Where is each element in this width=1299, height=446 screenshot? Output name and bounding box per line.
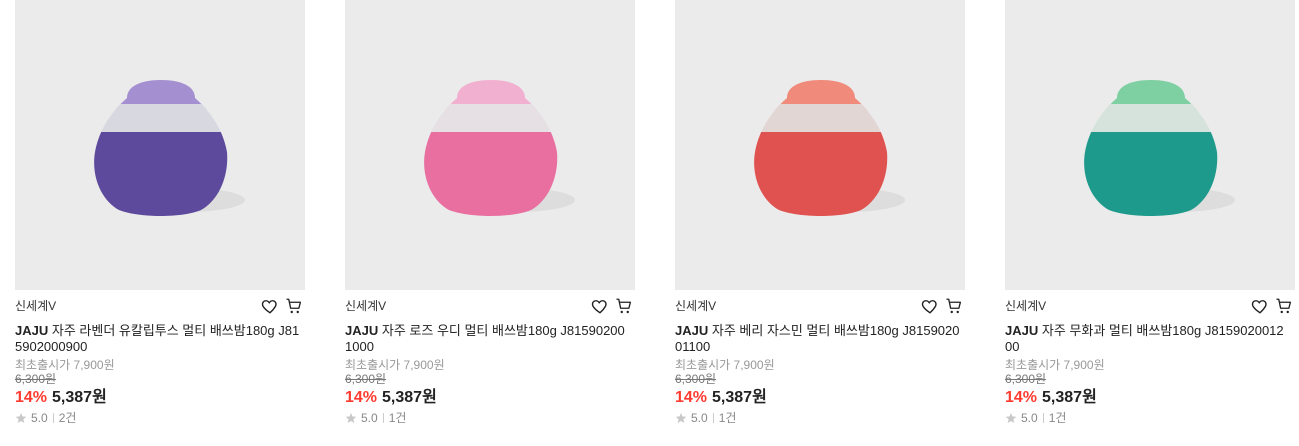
star-icon bbox=[345, 413, 357, 423]
product-card[interactable]: 신세계V JAJU 자주 로즈 우디 멀티 배쓰밤180g J815902001… bbox=[345, 0, 635, 446]
rating-row: 5.0 1건 bbox=[345, 411, 406, 425]
rating-score: 5.0 bbox=[31, 411, 48, 425]
store-name[interactable]: 신세계V bbox=[345, 299, 386, 313]
cart-icon[interactable] bbox=[1275, 297, 1293, 315]
store-name[interactable]: 신세계V bbox=[1005, 299, 1046, 313]
price-row: 14% 5,387원 bbox=[675, 388, 767, 407]
review-count[interactable]: 1건 bbox=[389, 411, 407, 425]
product-name: 자주 베리 자스민 멀티 배쓰밤180g J815902001100 bbox=[675, 323, 960, 354]
store-name[interactable]: 신세계V bbox=[675, 299, 716, 313]
divider bbox=[52, 413, 54, 423]
launch-price-label: 최초출시가 7,900원 bbox=[1005, 358, 1105, 372]
store-name[interactable]: 신세계V bbox=[15, 299, 56, 313]
cart-icon[interactable] bbox=[615, 297, 633, 315]
rating-row: 5.0 1건 bbox=[1005, 411, 1066, 425]
cart-icon[interactable] bbox=[945, 297, 963, 315]
product-name: 자주 로즈 우디 멀티 배쓰밤180g J815902001000 bbox=[345, 323, 625, 354]
product-title[interactable]: JAJU 자주 라벤더 유칼립투스 멀티 배쓰밤180g J8159020009… bbox=[15, 323, 300, 355]
divider bbox=[1042, 413, 1044, 423]
rating-row: 5.0 1건 bbox=[675, 411, 736, 425]
original-price: 6,300원 bbox=[15, 372, 57, 386]
rating-score: 5.0 bbox=[1021, 411, 1038, 425]
star-icon bbox=[1005, 413, 1017, 423]
sale-price: 5,387원 bbox=[52, 389, 107, 406]
review-count[interactable]: 1건 bbox=[719, 411, 737, 425]
card-actions bbox=[259, 297, 305, 315]
bath-bomb-image bbox=[754, 80, 905, 216]
product-card[interactable]: 신세계V JAJU 자주 베리 자스민 멀티 배쓰밤180g J81590200… bbox=[675, 0, 965, 446]
heart-icon[interactable] bbox=[591, 297, 609, 315]
cart-icon[interactable] bbox=[285, 297, 303, 315]
star-icon bbox=[675, 413, 687, 423]
product-name: 자주 무화과 멀티 배쓰밤180g J815902001200 bbox=[1005, 323, 1284, 354]
rating-score: 5.0 bbox=[361, 411, 378, 425]
price-row: 14% 5,387원 bbox=[15, 388, 107, 407]
original-price: 6,300원 bbox=[675, 372, 717, 386]
original-price: 6,300원 bbox=[345, 372, 387, 386]
product-image[interactable] bbox=[675, 0, 965, 290]
product-card[interactable]: 신세계V JAJU 자주 라벤더 유칼립투스 멀티 배쓰밤180g J81590… bbox=[15, 0, 305, 446]
bath-bomb-image bbox=[94, 80, 245, 216]
launch-price-label: 최초출시가 7,900원 bbox=[345, 358, 445, 372]
rating-score: 5.0 bbox=[691, 411, 708, 425]
heart-icon[interactable] bbox=[261, 297, 279, 315]
product-image[interactable] bbox=[1005, 0, 1295, 290]
product-title[interactable]: JAJU 자주 로즈 우디 멀티 배쓰밤180g J815902001000 bbox=[345, 323, 630, 355]
card-actions bbox=[1249, 297, 1295, 315]
sale-price: 5,387원 bbox=[1042, 389, 1097, 406]
discount-rate: 14% bbox=[675, 389, 708, 406]
discount-rate: 14% bbox=[15, 389, 48, 406]
brand-name: JAJU bbox=[345, 323, 379, 338]
discount-rate: 14% bbox=[1005, 389, 1038, 406]
original-price: 6,300원 bbox=[1005, 372, 1047, 386]
heart-icon[interactable] bbox=[1251, 297, 1269, 315]
bath-bomb-image bbox=[424, 80, 575, 216]
brand-name: JAJU bbox=[15, 323, 49, 338]
price-row: 14% 5,387원 bbox=[345, 388, 437, 407]
launch-price-label: 최초출시가 7,900원 bbox=[15, 358, 115, 372]
product-image[interactable] bbox=[15, 0, 305, 290]
product-card[interactable]: 신세계V JAJU 자주 무화과 멀티 배쓰밤180g J81590200120… bbox=[1005, 0, 1295, 446]
brand-name: JAJU bbox=[675, 323, 709, 338]
bath-bomb-image bbox=[1084, 80, 1235, 216]
product-grid: 신세계V JAJU 자주 라벤더 유칼립투스 멀티 배쓰밤180g J81590… bbox=[0, 0, 1299, 446]
card-actions bbox=[919, 297, 965, 315]
rating-row: 5.0 2건 bbox=[15, 411, 76, 425]
product-name: 자주 라벤더 유칼립투스 멀티 배쓰밤180g J815902000900 bbox=[15, 323, 300, 354]
divider bbox=[712, 413, 714, 423]
sale-price: 5,387원 bbox=[712, 389, 767, 406]
sale-price: 5,387원 bbox=[382, 389, 437, 406]
divider bbox=[382, 413, 384, 423]
star-icon bbox=[15, 413, 27, 423]
price-row: 14% 5,387원 bbox=[1005, 388, 1097, 407]
review-count[interactable]: 2건 bbox=[59, 411, 77, 425]
card-actions bbox=[589, 297, 635, 315]
product-title[interactable]: JAJU 자주 무화과 멀티 배쓰밤180g J815902001200 bbox=[1005, 323, 1290, 355]
product-title[interactable]: JAJU 자주 베리 자스민 멀티 배쓰밤180g J815902001100 bbox=[675, 323, 960, 355]
discount-rate: 14% bbox=[345, 389, 378, 406]
product-image[interactable] bbox=[345, 0, 635, 290]
heart-icon[interactable] bbox=[921, 297, 939, 315]
launch-price-label: 최초출시가 7,900원 bbox=[675, 358, 775, 372]
review-count[interactable]: 1건 bbox=[1049, 411, 1067, 425]
brand-name: JAJU bbox=[1005, 323, 1039, 338]
